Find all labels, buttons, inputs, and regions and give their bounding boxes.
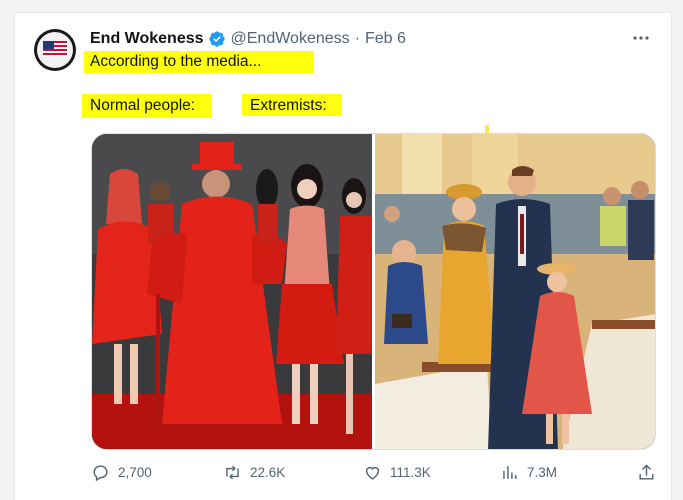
post-text-label-left: Normal people: (82, 94, 212, 118)
action-bar: 2,700 22.6K 111.3K 7.3M (91, 463, 657, 485)
right-photo[interactable] (375, 134, 656, 450)
figure-bg-1 (603, 187, 621, 205)
views-icon (503, 466, 517, 479)
post-date[interactable]: Feb 6 (365, 30, 406, 48)
dot-separator: · (354, 30, 360, 47)
repost-count: 22.6K (250, 465, 286, 480)
label-extremists: Extremists: (250, 97, 327, 114)
reply-button[interactable]: 2,700 (91, 463, 152, 482)
figure-bg-3 (384, 206, 400, 222)
verified-badge-icon (208, 31, 225, 47)
views-button[interactable]: 7.3M (500, 463, 557, 482)
author-handle[interactable]: @EndWokeness (231, 30, 350, 48)
like-button[interactable]: 111.3K (363, 463, 431, 482)
figure-bg-1-coat (600, 206, 626, 246)
label-normal-people: Normal people: (90, 97, 196, 114)
post-text-line1: According to the media... (84, 51, 314, 73)
reply-count: 2,700 (118, 465, 152, 480)
avatar-flag-canton (43, 41, 54, 49)
media-divider (372, 134, 375, 449)
left-photo[interactable] (92, 134, 372, 450)
figure-bg-2-coat (628, 200, 654, 260)
avatar[interactable] (34, 29, 76, 71)
like-icon (365, 466, 380, 480)
tweet-header: End Wokeness @EndWokeness · Feb 6 (90, 29, 406, 49)
media-composite (92, 134, 656, 450)
share-button[interactable] (637, 463, 664, 482)
figure-long-hair-back (256, 169, 278, 244)
share-icon (639, 464, 654, 480)
figure-bg-2 (631, 181, 649, 199)
like-count: 111.3K (390, 465, 431, 480)
tweet-card[interactable]: End Wokeness @EndWokeness · Feb 6 Accord… (14, 12, 672, 500)
more-icon[interactable] (631, 30, 651, 46)
view-count: 7.3M (527, 465, 558, 480)
post-text: According to the media... (90, 53, 262, 70)
post-media[interactable] (91, 133, 656, 450)
repost-button[interactable]: 22.6K (223, 463, 285, 482)
repost-icon (226, 465, 239, 480)
reply-icon (93, 465, 108, 482)
post-text-label-right: Extremists: (242, 94, 342, 116)
author-name[interactable]: End Wokeness (90, 30, 204, 48)
